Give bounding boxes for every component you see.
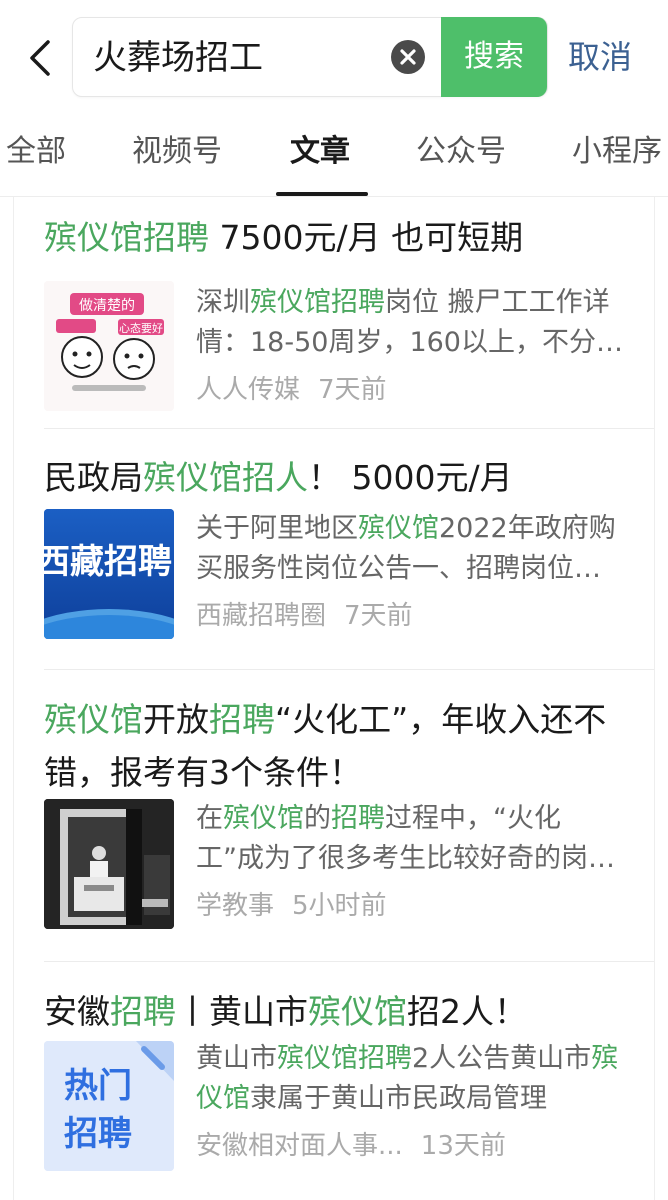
- result-item[interactable]: 民政局殡仪馆招人！ 5000元/月 西藏招聘 关于阿里地区殡仪馆2022年政府购…: [44, 451, 654, 651]
- keyword-highlight: 殡仪馆招聘: [277, 1043, 412, 1074]
- result-item[interactable]: 殡仪馆开放招聘“火化工”，年收入还不错，报考有3个条件！ 在殡仪馆的招聘过程中，…: [44, 693, 654, 943]
- tab-all[interactable]: 全部: [6, 132, 66, 172]
- text-segment: 在: [196, 803, 223, 834]
- keyword-highlight: 殡仪馆: [358, 513, 439, 544]
- text-segment: ！ 5000元/月: [308, 458, 513, 497]
- thumb-caption: 西藏招聘: [44, 542, 172, 582]
- result-item[interactable]: 殡仪馆招聘 7500元/月 也可短期 做清楚的 心态要好 深圳殡仪馆招聘岗位 搬…: [44, 211, 654, 411]
- thumb-caption-1: 做清楚的: [79, 298, 135, 314]
- result-divider: [44, 961, 654, 962]
- result-source[interactable]: 人人传媒: [196, 375, 300, 405]
- result-source[interactable]: 西藏招聘圈: [196, 601, 326, 631]
- result-thumbnail: 西藏招聘: [44, 509, 174, 639]
- text-segment: 招2人！: [407, 992, 527, 1031]
- result-thumbnail: 热门 招聘: [44, 1041, 174, 1171]
- result-meta: 西藏招聘圈 7天前: [196, 599, 413, 633]
- result-meta: 学教事 5小时前: [196, 889, 387, 923]
- search-button[interactable]: 搜索: [441, 17, 547, 97]
- thumb-caption-1: 热门: [64, 1066, 132, 1106]
- results-list: 殡仪馆招聘 7500元/月 也可短期 做清楚的 心态要好 深圳殡仪馆招聘岗位 搬…: [14, 197, 654, 1200]
- result-title: 殡仪馆开放招聘“火化工”，年收入还不错，报考有3个条件！: [44, 693, 624, 799]
- cancel-button[interactable]: 取消: [568, 34, 632, 80]
- thumb-caption-2: 招聘: [64, 1114, 132, 1154]
- result-item[interactable]: 安徽招聘丨黄山市殡仪馆招2人！ 热门 招聘 黄山市殡仪馆招聘2人公告黄山市殡仪馆…: [44, 985, 654, 1200]
- tab-official-accounts[interactable]: 公众号: [416, 132, 506, 172]
- tab-channels[interactable]: 视频号: [132, 132, 222, 172]
- keyword-highlight: 殡仪馆招人: [143, 458, 308, 497]
- result-thumbnail: [44, 799, 174, 929]
- tab-bar: 全部 视频号 文章 公众号 小程序: [0, 120, 668, 196]
- result-title: 殡仪馆招聘 7500元/月 也可短期: [44, 211, 624, 264]
- text-segment: 开放: [143, 700, 209, 739]
- thumb-caption-2: 心态要好: [119, 321, 163, 335]
- clear-icon[interactable]: [391, 40, 425, 74]
- keyword-highlight: 招聘: [209, 700, 275, 739]
- keyword-highlight: 殡仪馆招聘: [44, 218, 209, 257]
- keyword-highlight: 招聘: [331, 803, 385, 834]
- result-title: 民政局殡仪馆招人！ 5000元/月: [44, 451, 624, 504]
- text-segment: 7500元/月 也可短期: [209, 218, 524, 257]
- tab-mini-programs[interactable]: 小程序: [572, 132, 662, 172]
- keyword-highlight: 招聘: [110, 992, 176, 1031]
- result-snippet: 在殡仪馆的招聘过程中，“火化工”成为了很多考生比较好奇的岗位之一: [196, 799, 626, 879]
- result-source[interactable]: 学教事: [196, 891, 274, 921]
- tab-articles[interactable]: 文章: [290, 132, 350, 172]
- result-divider: [44, 428, 654, 429]
- result-snippet: 深圳殡仪馆招聘岗位 搬尸工工作详情：18-50周岁，160以上，不分男女，不限学…: [196, 283, 626, 363]
- result-title: 安徽招聘丨黄山市殡仪馆招2人！: [44, 985, 624, 1038]
- text-segment: 安徽: [44, 992, 110, 1031]
- text-segment: 丨黄山市: [176, 992, 308, 1031]
- text-segment: 民政局: [44, 458, 143, 497]
- text-segment: 黄山市: [196, 1043, 277, 1074]
- text-segment: 隶属于黄山市民政局管理: [250, 1083, 547, 1114]
- keyword-highlight: 殡仪馆: [44, 700, 143, 739]
- text-segment: 深圳: [196, 287, 250, 318]
- text-segment: 2人公告黄山市: [412, 1043, 592, 1074]
- result-time: 7天前: [344, 601, 413, 631]
- result-meta: 安徽相对面人事... 13天前: [196, 1129, 506, 1163]
- result-divider: [44, 669, 654, 670]
- keyword-highlight: 殡仪馆: [308, 992, 407, 1031]
- keyword-highlight: 殡仪馆: [223, 803, 304, 834]
- result-meta: 人人传媒 7天前: [196, 373, 387, 407]
- text-segment: 关于阿里地区: [196, 513, 358, 544]
- result-snippet: 关于阿里地区殡仪馆2022年政府购买服务性岗位公告一、招聘岗位及人数: [196, 509, 626, 589]
- result-snippet: 黄山市殡仪馆招聘2人公告黄山市殡仪馆隶属于黄山市民政局管理: [196, 1039, 626, 1119]
- back-icon[interactable]: [22, 36, 62, 80]
- result-time: 7天前: [318, 375, 387, 405]
- keyword-highlight: 殡仪馆招聘: [250, 287, 385, 318]
- result-thumbnail: 做清楚的 心态要好: [44, 281, 174, 411]
- text-segment: 的: [304, 803, 331, 834]
- result-source[interactable]: 安徽相对面人事...: [196, 1131, 403, 1161]
- result-time: 5小时前: [292, 891, 387, 921]
- search-query-text: 火葬场招工: [93, 38, 263, 78]
- result-time: 13天前: [420, 1131, 506, 1161]
